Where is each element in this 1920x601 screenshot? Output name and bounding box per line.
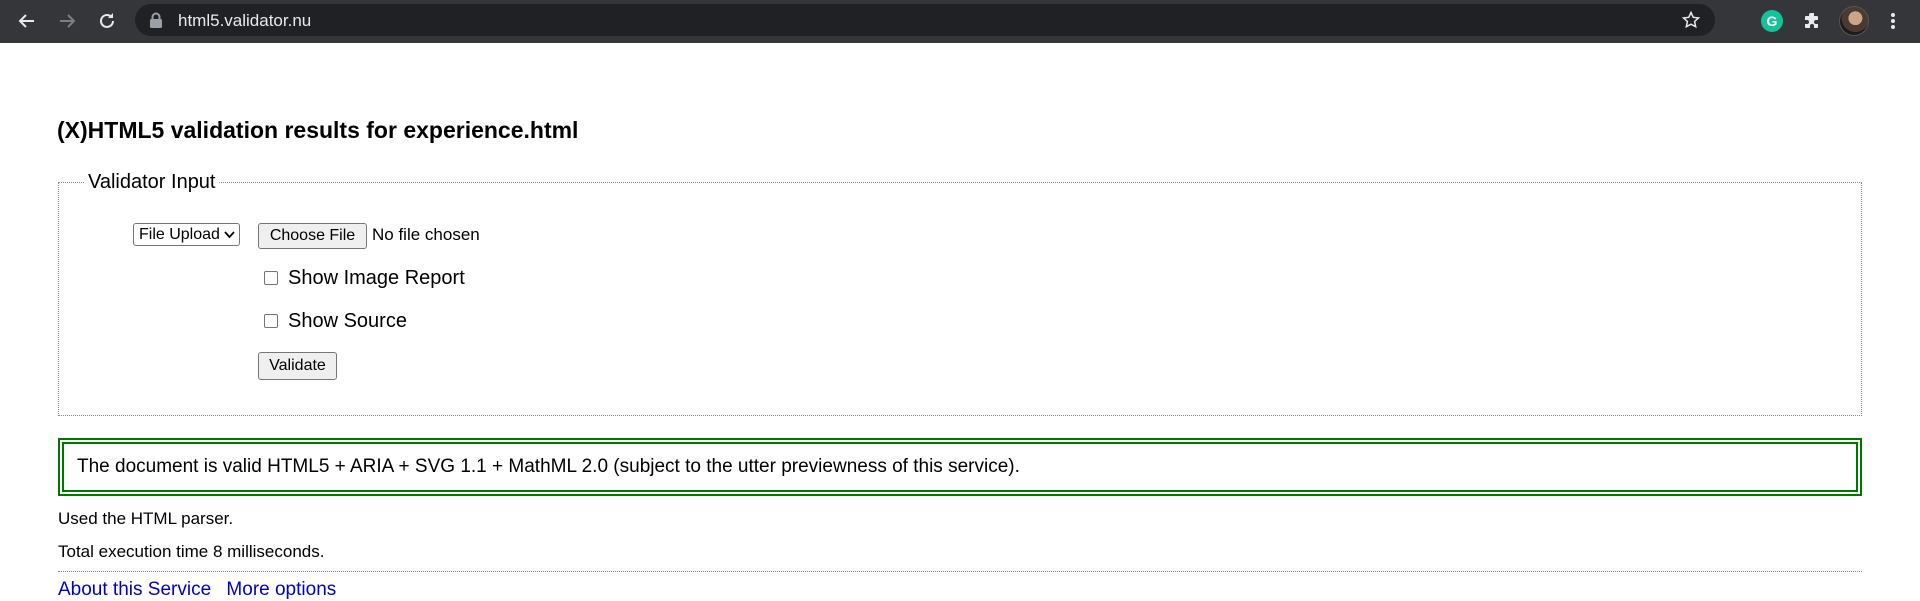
show-image-report-label[interactable]: Show Image Report xyxy=(288,267,465,290)
validate-button[interactable]: Validate xyxy=(258,352,337,380)
puzzle-extensions-icon[interactable] xyxy=(1800,8,1826,34)
reload-icon[interactable] xyxy=(94,8,120,34)
address-bar[interactable]: html5.validator.nu xyxy=(135,4,1715,36)
success-message-box: The document is valid HTML5 + ARIA + SVG… xyxy=(58,438,1862,496)
about-service-link[interactable]: About this Service xyxy=(58,579,211,600)
kebab-menu-icon[interactable] xyxy=(1880,8,1906,34)
choose-file-button[interactable]: Choose File xyxy=(258,223,367,249)
execution-time: Total execution time 8 milliseconds. xyxy=(58,542,325,561)
footer-links: About this Service More options xyxy=(58,579,346,601)
validator-input-legend: Validator Input xyxy=(88,171,216,193)
star-icon[interactable] xyxy=(1681,10,1701,35)
input-mode-select[interactable]: File Upload xyxy=(133,223,240,246)
show-source-checkbox[interactable] xyxy=(264,314,278,328)
divider xyxy=(58,571,1862,572)
chevron-down-icon xyxy=(224,228,235,242)
page-title: (X)HTML5 validation results for experien… xyxy=(57,117,579,143)
more-options-link[interactable]: More options xyxy=(226,579,336,600)
show-image-report-checkbox[interactable] xyxy=(264,271,278,285)
forward-arrow-icon[interactable] xyxy=(54,8,80,34)
browser-toolbar: html5.validator.nu G xyxy=(0,0,1920,43)
grammarly-extension-icon[interactable]: G xyxy=(1761,10,1783,32)
profile-avatar[interactable] xyxy=(1839,6,1869,36)
lock-icon[interactable] xyxy=(149,12,163,33)
parser-note: Used the HTML parser. xyxy=(58,509,234,528)
back-arrow-icon[interactable] xyxy=(14,8,40,34)
success-message-text: The document is valid HTML5 + ARIA + SVG… xyxy=(77,456,1020,477)
input-mode-value: File Upload xyxy=(139,226,220,243)
page-content: (X)HTML5 validation results for experien… xyxy=(0,43,1920,600)
show-source-label[interactable]: Show Source xyxy=(288,310,407,333)
url-text[interactable]: html5.validator.nu xyxy=(178,11,311,31)
file-status-text: No file chosen xyxy=(372,225,480,244)
